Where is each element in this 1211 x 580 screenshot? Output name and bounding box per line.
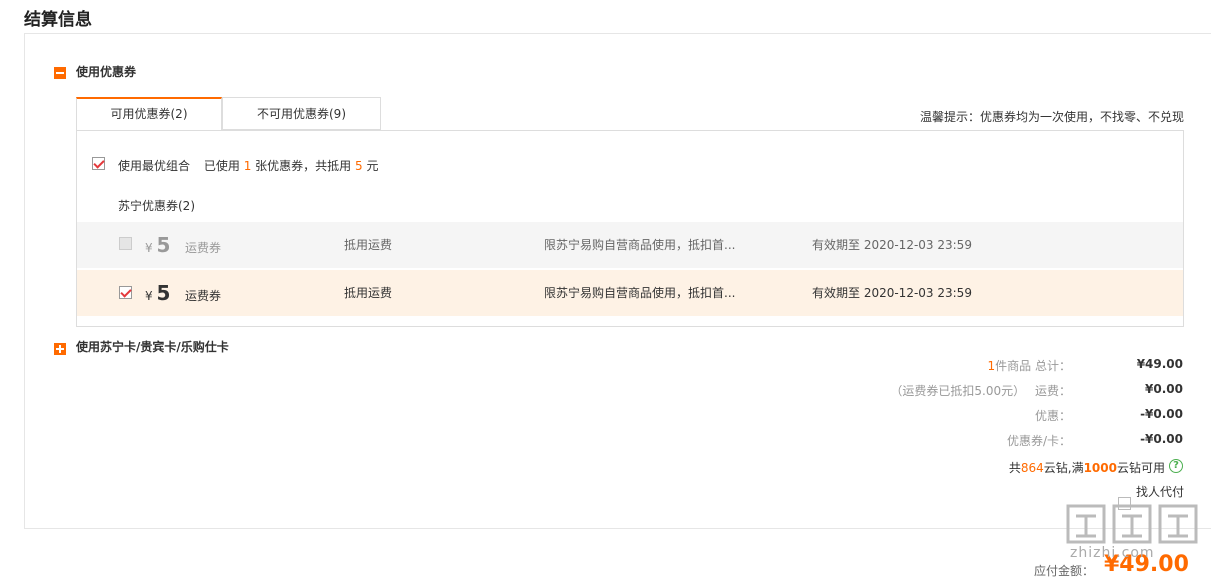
help-icon[interactable]: ?	[1169, 459, 1183, 473]
discount-value: -¥0.00	[1140, 407, 1183, 421]
used-suffix: 元	[366, 159, 379, 173]
card-section-label: 使用苏宁卡/贵宾卡/乐购仕卡	[76, 340, 229, 354]
coupon-use: 抵用运费	[344, 238, 393, 252]
discount-label: 优惠：	[1034, 409, 1071, 423]
amount-value: 5	[156, 233, 171, 257]
coupon-use: 抵用运费	[344, 286, 393, 300]
items-label: 件商品 总计：	[995, 359, 1071, 373]
used-amount: 5	[355, 159, 363, 173]
payable-label: 应付金额：	[1034, 564, 1095, 578]
currency-symbol: ¥	[145, 241, 153, 255]
shipping-note: （运费券已抵扣5.00元）	[890, 384, 1026, 398]
tab-available-coupons[interactable]: 可用优惠券(2)	[76, 97, 222, 130]
coupon-tip: 温馨提示：优惠券均为一次使用，不找零、不兑现	[920, 110, 1185, 124]
coupon-section-label: 使用优惠券	[76, 65, 137, 79]
coupon-validity: 有效期至 2020-12-03 23:59	[812, 286, 972, 300]
currency-symbol: ¥	[145, 289, 153, 303]
items-total-value: ¥49.00	[1136, 357, 1183, 371]
coupon-row[interactable]: ¥ 5 运费券 抵用运费 限苏宁易购自营商品使用，抵扣首... 有效期至 202…	[77, 270, 1183, 316]
coupon-checkbox[interactable]	[119, 237, 132, 250]
coupon-desc: 限苏宁易购自营商品使用，抵扣首...	[544, 286, 736, 300]
card-section-toggle[interactable]	[54, 340, 66, 359]
tab-unavailable-coupons[interactable]: 不可用优惠券(9)	[222, 97, 381, 130]
watermark-text: zhizhi.com	[1070, 545, 1155, 561]
shipping-label: 运费：	[1034, 384, 1071, 398]
collapse-icon[interactable]	[54, 67, 66, 79]
coupon-card-label: 优惠券/卡：	[1006, 434, 1071, 448]
yunzuan-threshold: 1000	[1083, 461, 1117, 475]
coupon-type: 运费券	[185, 289, 222, 303]
yunzuan-info: 共864云钻,满1000云钻可用	[1009, 459, 1165, 476]
best-combo-label: 使用最优组合	[118, 159, 191, 173]
proxy-pay-label: 找人代付	[1136, 485, 1185, 499]
used-count: 1	[243, 159, 252, 173]
used-prefix: 已使用	[203, 159, 240, 173]
best-combo-text: 使用最优组合 已使用 1 张优惠券，共抵用 5 元	[118, 157, 378, 174]
coupon-type: 运费券	[185, 241, 222, 255]
expand-icon[interactable]	[54, 343, 66, 355]
used-mid: 张优惠券，共抵用	[255, 159, 352, 173]
coupon-card-value: -¥0.00	[1140, 432, 1183, 446]
items-total-label: 1件商品 总计：	[988, 357, 1071, 374]
best-combo-checkbox[interactable]	[92, 157, 105, 170]
coupon-checkbox[interactable]	[119, 286, 132, 299]
coupon-row[interactable]: ¥ 5 运费券 抵用运费 限苏宁易购自营商品使用，抵扣首... 有效期至 202…	[77, 222, 1183, 268]
yunzuan-prefix: 共	[1008, 461, 1021, 475]
coupon-validity: 有效期至 2020-12-03 23:59	[812, 238, 972, 252]
yunzuan-mid: 云钻,满	[1043, 461, 1084, 475]
amount-value: 5	[156, 281, 171, 305]
coupon-group-label: 苏宁优惠券(2)	[118, 199, 195, 213]
shipping-label-row: （运费券已抵扣5.00元） 运费：	[890, 382, 1071, 399]
coupon-amount: ¥ 5	[145, 222, 170, 268]
coupon-amount: ¥ 5	[145, 270, 170, 316]
page-title: 结算信息	[24, 10, 92, 30]
yunzuan-count: 864	[1020, 461, 1044, 475]
yunzuan-suffix: 云钻可用	[1116, 461, 1165, 475]
coupon-section-toggle[interactable]	[54, 64, 66, 83]
shipping-value: ¥0.00	[1145, 382, 1183, 396]
coupon-desc: 限苏宁易购自营商品使用，抵扣首...	[544, 238, 736, 252]
